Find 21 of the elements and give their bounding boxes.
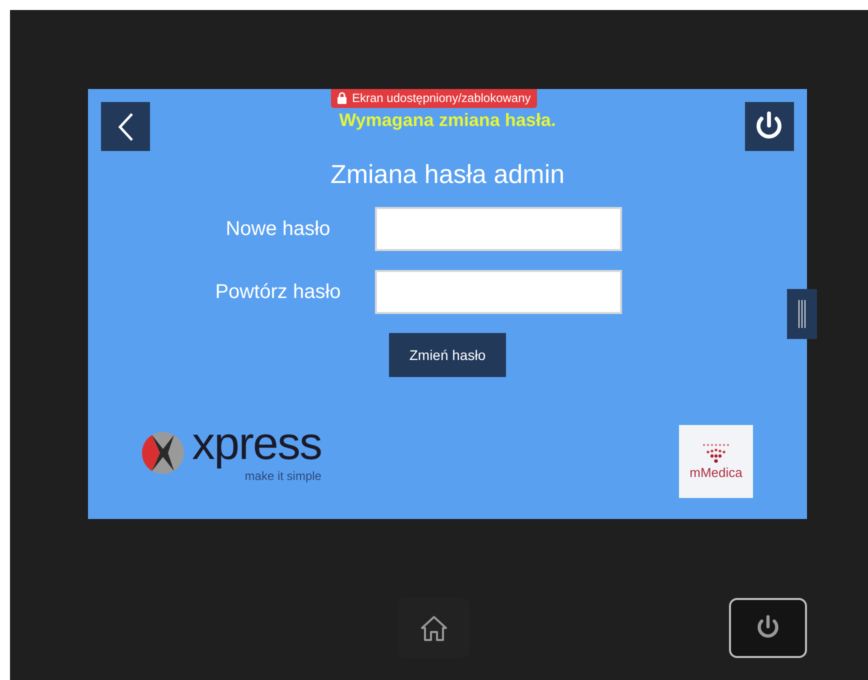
field-label: Powtórz hasło	[214, 280, 342, 304]
screen-shared-badge: Ekran udostępniony/zablokowany	[331, 89, 537, 108]
password-field[interactable]	[375, 270, 622, 314]
logo-wordmark: mMedica	[690, 465, 742, 480]
dots-icon	[701, 443, 731, 463]
logo-tagline: make it simple	[244, 470, 322, 482]
notice-text: Wymagana zmiana hasła.	[339, 110, 556, 131]
lock-icon	[337, 92, 347, 104]
side-panel-handle[interactable]	[787, 289, 817, 339]
xpress-logo-icon	[140, 430, 186, 476]
form-heading: Zmiana hasła admin	[329, 159, 566, 190]
back-icon	[116, 112, 136, 142]
grip-icon	[797, 299, 807, 329]
home-icon	[419, 614, 449, 642]
field-label: Nowe hasło	[224, 218, 332, 240]
back-button[interactable]	[101, 102, 150, 151]
logo-wordmark: xpress	[192, 417, 322, 470]
device-power-button[interactable]	[729, 598, 807, 658]
power-button[interactable]	[744, 102, 794, 151]
password-field[interactable]	[375, 207, 622, 251]
change-password-button[interactable]: Zmień hasło	[389, 333, 506, 377]
